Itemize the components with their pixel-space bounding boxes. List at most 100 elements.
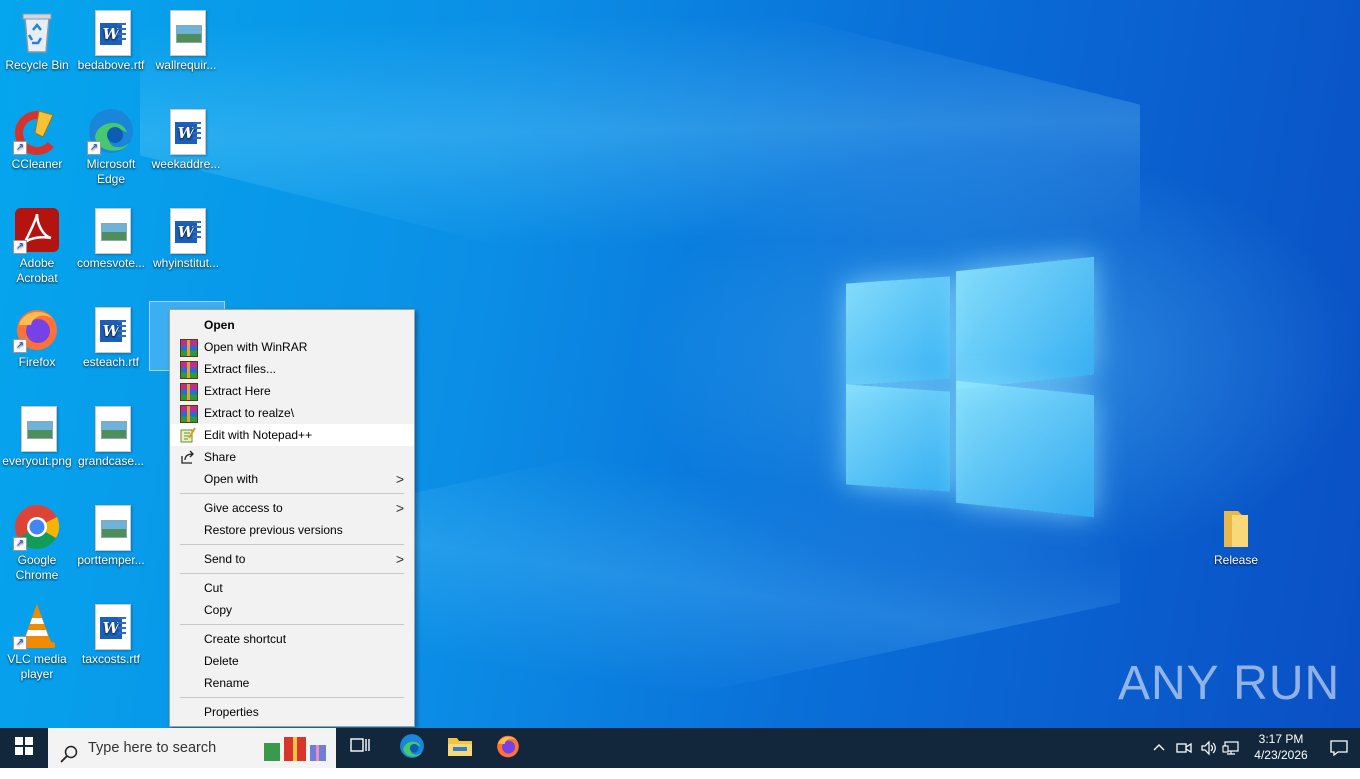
shortcut-arrow-icon: ↗: [13, 141, 27, 155]
word-document-icon: W: [87, 602, 135, 650]
taskbar: Type here to search 3:17 PM 4/23/2026: [0, 728, 1360, 768]
menu-item-edit-with-notepadpp[interactable]: Edit with Notepad++: [170, 424, 414, 446]
desktop-icon-google-chrome[interactable]: ↗ Google Chrome: [0, 497, 74, 583]
notification-center-icon[interactable]: [1330, 739, 1348, 760]
desktop-icon-label: esteach.rtf: [82, 355, 140, 369]
menu-item-send-to[interactable]: Send to >: [170, 548, 414, 570]
desktop-icon-wallrequir[interactable]: wallrequir...: [149, 2, 223, 73]
menu-item-create-shortcut[interactable]: Create shortcut: [170, 628, 414, 650]
file-explorer-icon: [447, 735, 473, 762]
network-icon[interactable]: [1222, 740, 1240, 759]
menu-item-extract-here[interactable]: Extract Here: [170, 380, 414, 402]
menu-item-label: Extract Here: [204, 384, 271, 398]
menu-item-extract-files[interactable]: Extract files...: [170, 358, 414, 380]
volume-icon[interactable]: [1200, 740, 1216, 759]
taskbar-edge-button[interactable]: [390, 728, 434, 768]
menu-item-label: Edit with Notepad++: [204, 428, 313, 442]
menu-item-share[interactable]: Share: [170, 446, 414, 468]
desktop-icon-grandcase[interactable]: grandcase...: [74, 398, 148, 469]
desktop-icon-label: Recycle Bin: [5, 58, 69, 72]
shortcut-arrow-icon: ↗: [13, 537, 27, 551]
menu-item-delete[interactable]: Delete: [170, 650, 414, 672]
desktop-icon-release-folder[interactable]: Release: [1199, 497, 1273, 568]
word-document-icon: W: [162, 107, 210, 155]
desktop: Recycle Bin ↗ CCleaner ↗ Adobe Acrobat ↗…: [0, 0, 1360, 728]
desktop-icon-label: grandcase...: [77, 454, 145, 468]
show-hidden-icons-chevron[interactable]: [1152, 740, 1166, 757]
image-file-icon: [87, 404, 135, 452]
microsoft-edge-icon: ↗: [87, 107, 135, 155]
menu-item-open-with-winrar[interactable]: Open with WinRAR: [170, 336, 414, 358]
desktop-icon-esteach-rtf[interactable]: W esteach.rtf: [74, 299, 148, 370]
winrar-icon: [180, 361, 198, 379]
word-document-icon: W: [87, 8, 135, 56]
image-file-icon: [87, 503, 135, 551]
desktop-icon-comesvote[interactable]: comesvote...: [74, 200, 148, 271]
desktop-icon-bedabove-rtf[interactable]: W bedabove.rtf: [74, 2, 148, 73]
desktop-icon-label: Release: [1213, 553, 1259, 567]
menu-item-properties[interactable]: Properties: [170, 701, 414, 723]
menu-item-label: Open with WinRAR: [204, 340, 308, 354]
task-view-button[interactable]: [340, 728, 380, 768]
menu-separator: [180, 544, 404, 545]
system-tray: 3:17 PM 4/23/2026: [1140, 728, 1360, 768]
menu-item-rename[interactable]: Rename: [170, 672, 414, 694]
context-menu: Open Open with WinRAR Extract files... E…: [169, 309, 415, 727]
winrar-icon: [180, 383, 198, 401]
desktop-icon-microsoft-edge[interactable]: ↗ Microsoft Edge: [74, 101, 148, 187]
search-placeholder: Type here to search: [88, 740, 217, 756]
desktop-icon-label: Microsoft Edge: [86, 157, 136, 186]
desktop-icon-weekaddre[interactable]: W weekaddre...: [149, 101, 223, 172]
desktop-icon-recycle-bin[interactable]: Recycle Bin: [0, 2, 74, 73]
menu-item-extract-to-folder[interactable]: Extract to realze\: [170, 402, 414, 424]
menu-item-open-with[interactable]: Open with >: [170, 468, 414, 490]
menu-item-copy[interactable]: Copy: [170, 599, 414, 621]
desktop-icon-label: wallrequir...: [155, 58, 217, 72]
menu-separator: [180, 624, 404, 625]
menu-item-label: Share: [204, 450, 237, 464]
menu-item-restore-previous-versions[interactable]: Restore previous versions: [170, 519, 414, 541]
menu-item-label: Delete: [204, 654, 239, 668]
chevron-right-icon: >: [395, 471, 404, 487]
desktop-icon-label: comesvote...: [76, 256, 146, 270]
menu-separator: [180, 493, 404, 494]
menu-item-label: Extract to realze\: [204, 406, 295, 420]
windows-start-icon: [15, 736, 33, 760]
menu-separator: [180, 697, 404, 698]
taskbar-firefox-button[interactable]: [486, 728, 530, 768]
menu-item-label: Send to: [204, 552, 246, 566]
desktop-icon-porttemper[interactable]: porttemper...: [74, 497, 148, 568]
adobe-acrobat-icon: ↗: [13, 206, 61, 254]
desktop-icon-firefox[interactable]: ↗ Firefox: [0, 299, 74, 370]
meet-now-icon[interactable]: [1176, 740, 1192, 759]
menu-item-give-access-to[interactable]: Give access to >: [170, 497, 414, 519]
taskbar-clock[interactable]: 3:17 PM 4/23/2026: [1246, 731, 1316, 763]
menu-item-label: Give access to: [204, 501, 283, 515]
shortcut-arrow-icon: ↗: [13, 636, 27, 650]
menu-item-label: Properties: [204, 705, 259, 719]
desktop-icon-everyout-png[interactable]: everyout.png: [0, 398, 74, 469]
desktop-icon-label: Google Chrome: [15, 553, 59, 582]
winrar-icon: [180, 339, 198, 357]
start-button[interactable]: [0, 728, 48, 768]
share-icon: [180, 449, 196, 465]
anyrun-watermark: ANY RUN: [1118, 657, 1341, 710]
menu-item-cut[interactable]: Cut: [170, 577, 414, 599]
microsoft-edge-icon: [399, 733, 425, 764]
desktop-icon-taxcosts-rtf[interactable]: W taxcosts.rtf: [74, 596, 148, 667]
logo-pane: [846, 276, 950, 386]
task-view-icon: [350, 737, 370, 760]
google-chrome-icon: ↗: [13, 503, 61, 551]
desktop-icon-adobe-acrobat[interactable]: ↗ Adobe Acrobat: [0, 200, 74, 286]
desktop-icon-ccleaner[interactable]: ↗ CCleaner: [0, 101, 74, 172]
desktop-icon-vlc[interactable]: ↗ VLC media player: [0, 596, 74, 682]
taskbar-search-box[interactable]: Type here to search: [48, 728, 336, 768]
desktop-icon-whyinstitut[interactable]: W whyinstitut...: [149, 200, 223, 271]
taskbar-file-explorer-button[interactable]: [438, 728, 482, 768]
chevron-right-icon: >: [395, 551, 404, 567]
folder-icon: [1212, 503, 1260, 551]
firefox-icon: ↗: [13, 305, 61, 353]
menu-item-label: Restore previous versions: [204, 523, 343, 537]
menu-item-open[interactable]: Open: [170, 314, 414, 336]
desktop-icon-label: everyout.png: [2, 454, 72, 468]
